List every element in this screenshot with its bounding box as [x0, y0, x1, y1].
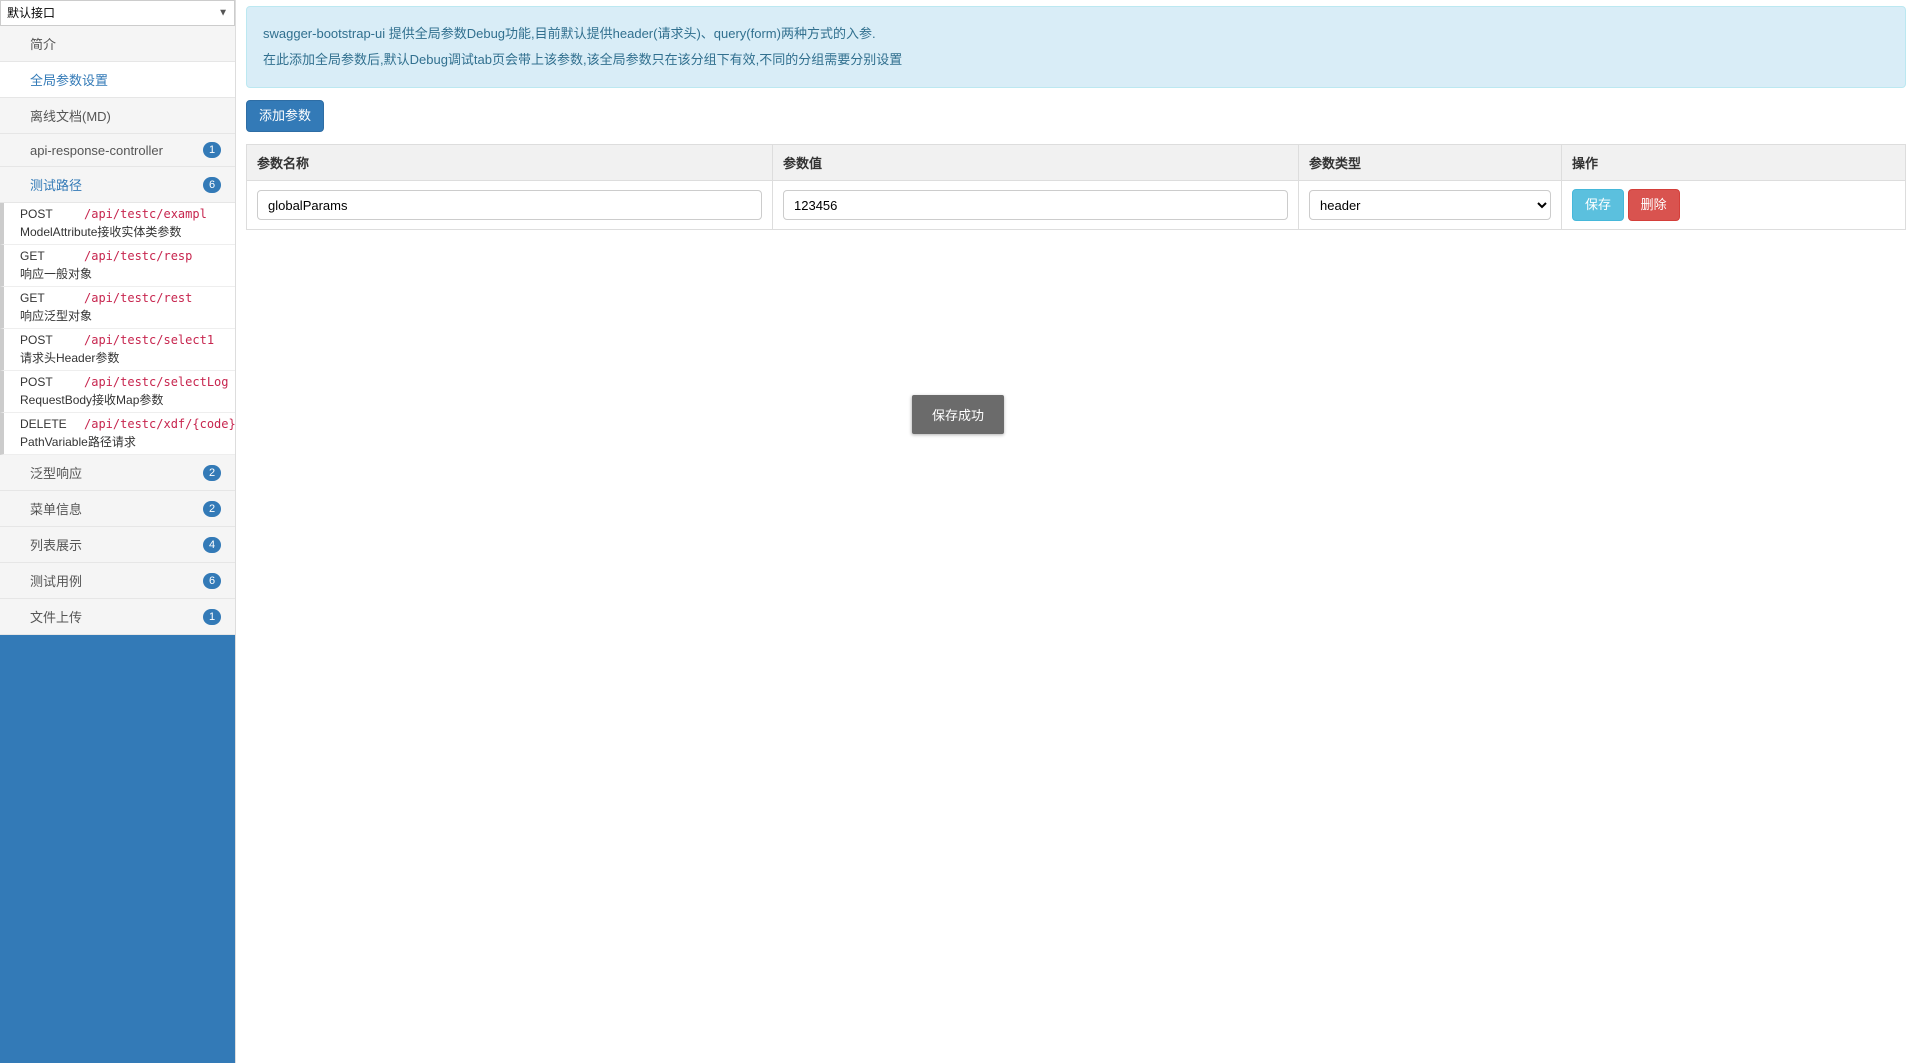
api-list-item[interactable]: POST/api/testc/selectLog RequestBody接收Ma… [0, 371, 235, 413]
params-table: 参数名称 参数值 参数类型 操作 header [246, 144, 1906, 230]
api-path: /api/testc/exampl [84, 207, 207, 221]
api-desc: 请求头Header参数 [20, 349, 227, 366]
save-button[interactable]: 保存 [1572, 189, 1624, 221]
sidebar-item-offline-doc[interactable]: 离线文档(MD) [0, 98, 235, 134]
api-desc: ModelAttribute接收实体类参数 [20, 223, 227, 240]
info-alert-line: swagger-bootstrap-ui 提供全局参数Debug功能,目前默认提… [263, 21, 1889, 47]
sidebar-item-file-upload[interactable]: 文件上传 1 [0, 599, 235, 635]
sidebar-item-test-case[interactable]: 测试用例 6 [0, 563, 235, 599]
sidebar-item-global-params[interactable]: 全局参数设置 [0, 62, 235, 98]
sidebar-item-intro[interactable]: 简介 [0, 26, 235, 62]
col-header-type: 参数类型 [1299, 145, 1562, 181]
sidebar-item-label: 简介 [30, 34, 56, 53]
sidebar-item-label: 文件上传 [30, 607, 82, 626]
api-path: /api/testc/select1 [84, 333, 214, 347]
main-content: swagger-bootstrap-ui 提供全局参数Debug功能,目前默认提… [236, 0, 1916, 1063]
sidebar-item-api-response-controller[interactable]: api-response-controller 1 [0, 134, 235, 167]
param-value-input[interactable] [783, 190, 1288, 220]
api-path: /api/testc/resp [84, 249, 192, 263]
api-method: GET [20, 291, 74, 305]
count-badge: 2 [203, 501, 221, 517]
api-method: POST [20, 333, 74, 347]
delete-button[interactable]: 删除 [1628, 189, 1680, 221]
sidebar-item-label: 列表展示 [30, 535, 82, 554]
info-alert: swagger-bootstrap-ui 提供全局参数Debug功能,目前默认提… [246, 6, 1906, 88]
count-badge: 4 [203, 537, 221, 553]
info-alert-line: 在此添加全局参数后,默认Debug调试tab页会带上该参数,该全局参数只在该分组… [263, 47, 1889, 73]
api-group-select[interactable]: 默认接口 [7, 6, 228, 20]
sidebar-item-generic-response[interactable]: 泛型响应 2 [0, 455, 235, 491]
api-method: POST [20, 207, 74, 221]
api-list-item[interactable]: POST/api/testc/select1 请求头Header参数 [0, 329, 235, 371]
col-header-name: 参数名称 [247, 145, 773, 181]
sidebar-item-label: 菜单信息 [30, 499, 82, 518]
col-header-actions: 操作 [1562, 145, 1906, 181]
sidebar-item-test-path[interactable]: 测试路径 6 [0, 167, 235, 203]
sidebar-item-list-display[interactable]: 列表展示 4 [0, 527, 235, 563]
param-type-select[interactable]: header query [1309, 190, 1551, 220]
toast-message: 保存成功 [912, 395, 1004, 434]
count-badge: 6 [203, 177, 221, 193]
api-method: GET [20, 249, 74, 263]
api-list-item[interactable]: GET/api/testc/resp 响应一般对象 [0, 245, 235, 287]
api-path: /api/testc/xdf/{code} [84, 417, 236, 431]
count-badge: 2 [203, 465, 221, 481]
count-badge: 1 [203, 142, 221, 158]
sidebar: 默认接口 ▼ 简介 全局参数设置 离线文档(MD) api-response-c… [0, 0, 236, 1063]
param-name-input[interactable] [257, 190, 762, 220]
api-list-item[interactable]: POST/api/testc/exampl ModelAttribute接收实体… [0, 203, 235, 245]
sidebar-item-label: 测试路径 [30, 175, 82, 194]
api-desc: 响应一般对象 [20, 265, 227, 282]
api-method: POST [20, 375, 74, 389]
sidebar-fill [0, 635, 235, 1063]
api-desc: RequestBody接收Map参数 [20, 391, 227, 408]
api-path: /api/testc/selectLog [84, 375, 229, 389]
table-row: header query 保存 删除 [247, 181, 1906, 230]
sidebar-item-label: 全局参数设置 [30, 70, 108, 89]
api-method: DELETE [20, 417, 74, 431]
sidebar-nav: 简介 全局参数设置 离线文档(MD) api-response-controll… [0, 26, 235, 203]
col-header-value: 参数值 [773, 145, 1299, 181]
api-group-select-wrap: 默认接口 ▼ [0, 0, 235, 26]
api-list-item[interactable]: GET/api/testc/rest 响应泛型对象 [0, 287, 235, 329]
app-root: 默认接口 ▼ 简介 全局参数设置 离线文档(MD) api-response-c… [0, 0, 1916, 1063]
sidebar-item-label: 离线文档(MD) [30, 106, 111, 125]
api-desc: PathVariable路径请求 [20, 433, 227, 450]
sidebar-nav-groups: 泛型响应 2 菜单信息 2 列表展示 4 测试用例 6 文件上传 1 [0, 455, 235, 635]
api-list-item[interactable]: DELETE/api/testc/xdf/{code} PathVariable… [0, 413, 235, 455]
sidebar-item-label: api-response-controller [30, 143, 163, 158]
count-badge: 6 [203, 573, 221, 589]
sidebar-item-menu-info[interactable]: 菜单信息 2 [0, 491, 235, 527]
api-list: POST/api/testc/exampl ModelAttribute接收实体… [0, 203, 235, 455]
count-badge: 1 [203, 609, 221, 625]
api-desc: 响应泛型对象 [20, 307, 227, 324]
sidebar-item-label: 泛型响应 [30, 463, 82, 482]
add-param-button[interactable]: 添加参数 [246, 100, 324, 132]
api-path: /api/testc/rest [84, 291, 192, 305]
toolbar: 添加参数 [246, 100, 1906, 132]
sidebar-item-label: 测试用例 [30, 571, 82, 590]
toast-text: 保存成功 [932, 408, 984, 423]
